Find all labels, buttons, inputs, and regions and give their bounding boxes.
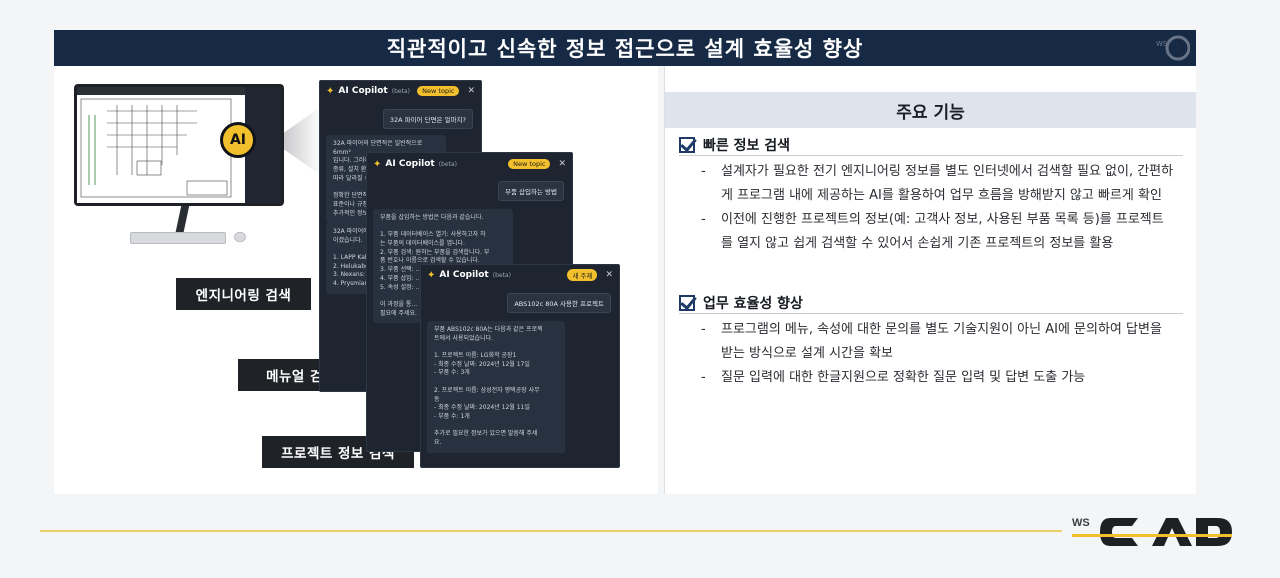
bot-message: 부품 ABS102c 80A는 다음과 같은 프로젝 트에서 사용되었습니다. … (427, 321, 565, 453)
copilot-title: AI Copilot (439, 270, 489, 280)
user-message: 32A 파이어 단면은 얼마지? (382, 109, 473, 129)
bullet-list: 프로그램의 메뉴, 속성에 대한 문의를 별도 기술지원이 아닌 AI에 문의하… (679, 318, 1183, 390)
title-bar: 직관적이고 신속한 정보 접근으로 설계 효율성 향상 WS (54, 30, 1196, 66)
user-message: ABS102c 80A 사용한 프로젝트 (507, 293, 611, 313)
section-fast-search: 빠른 정보 검색 설계자가 필요한 전기 엔지니어링 정보를 별도 인터넷에서 … (679, 134, 1183, 256)
section-title: 빠른 정보 검색 (703, 137, 791, 154)
mouse-illustration (234, 232, 246, 242)
wscad-logo-icon: WS (1072, 517, 1232, 546)
page-title: 직관적이고 신속한 정보 접근으로 설계 효율성 향상 (386, 37, 864, 61)
copilot-header: ✦ AI Copilot (beta) 새 주제 ✕ (421, 265, 619, 285)
slide: 직관적이고 신속한 정보 접근으로 설계 효율성 향상 WS AI 엔지니어링 … (0, 0, 1280, 578)
bullet-item: 이전에 진행한 프로젝트의 정보(예: 고객사 정보, 사용된 부품 목록 등)… (679, 208, 1183, 256)
section-title-row: 빠른 정보 검색 (679, 134, 1183, 156)
sparkle-icon: ✦ (326, 85, 335, 97)
copilot-title: AI Copilot (385, 159, 435, 169)
right-panel: 주요 기능 빠른 정보 검색 설계자가 필요한 전기 엔지니어링 정보를 별도 … (664, 66, 1196, 494)
section-title-row: 업무 효율성 향상 (679, 292, 1183, 314)
new-topic-button[interactable]: 새 주제 (567, 269, 598, 281)
checkbox-icon (679, 136, 695, 153)
checkbox-icon (679, 294, 695, 311)
label-engineering-search: 엔지니어링 검색 (176, 278, 311, 310)
sparkle-icon: ✦ (427, 269, 436, 281)
copilot-title: AI Copilot (338, 86, 388, 96)
sparkle-icon: ✦ (373, 158, 382, 170)
logo-prefix: WS (1072, 517, 1090, 529)
section-efficiency: 업무 효율성 향상 프로그램의 메뉴, 속성에 대한 문의를 별도 기술지원이 … (679, 292, 1183, 390)
bullet-item: 설계자가 필요한 전기 엔지니어링 정보를 별도 인터넷에서 검색할 필요 없이… (679, 160, 1183, 208)
new-topic-button[interactable]: New topic (508, 159, 551, 169)
user-message: 부품 삽입하는 방법 (498, 181, 564, 201)
features-header: 주요 기능 (665, 92, 1196, 128)
ai-badge-icon: AI (220, 122, 256, 158)
ai-beam-decoration (282, 106, 322, 176)
copilot-header: ✦ AI Copilot (beta) New topic ✕ (320, 81, 481, 101)
svg-text:WS: WS (1156, 40, 1168, 48)
footer-divider (40, 530, 1062, 532)
copilot-beta: (beta) (438, 160, 457, 168)
bullet-item: 프로그램의 메뉴, 속성에 대한 문의를 별도 기술지원이 아닌 AI에 문의하… (679, 318, 1183, 366)
copilot-header: ✦ AI Copilot (beta) New topic ✕ (367, 153, 572, 175)
features-title: 주요 기능 (896, 102, 965, 123)
copilot-beta: (beta) (391, 87, 410, 95)
copilot-window-project: ✦ AI Copilot (beta) 새 주제 ✕ ABS102c 80A 사… (420, 264, 620, 468)
new-topic-button[interactable]: New topic (417, 86, 460, 96)
wscad-watermark-icon: WS (1156, 35, 1190, 61)
bullet-list: 설계자가 필요한 전기 엔지니어링 정보를 별도 인터넷에서 검색할 필요 없이… (679, 160, 1183, 256)
left-panel: AI 엔지니어링 검색 메뉴얼 검색 프로젝트 정보 검색 ✦ AI Copil… (54, 66, 658, 494)
close-icon[interactable]: ✕ (467, 86, 475, 96)
close-icon[interactable]: ✕ (558, 159, 566, 169)
copilot-beta: (beta) (492, 271, 511, 279)
keyboard-illustration (130, 232, 226, 244)
close-icon[interactable]: ✕ (605, 270, 613, 280)
bullet-item: 질문 입력에 대한 한글지원으로 정확한 질문 입력 및 답변 도출 가능 (679, 366, 1183, 390)
section-title: 업무 효율성 향상 (703, 295, 803, 312)
